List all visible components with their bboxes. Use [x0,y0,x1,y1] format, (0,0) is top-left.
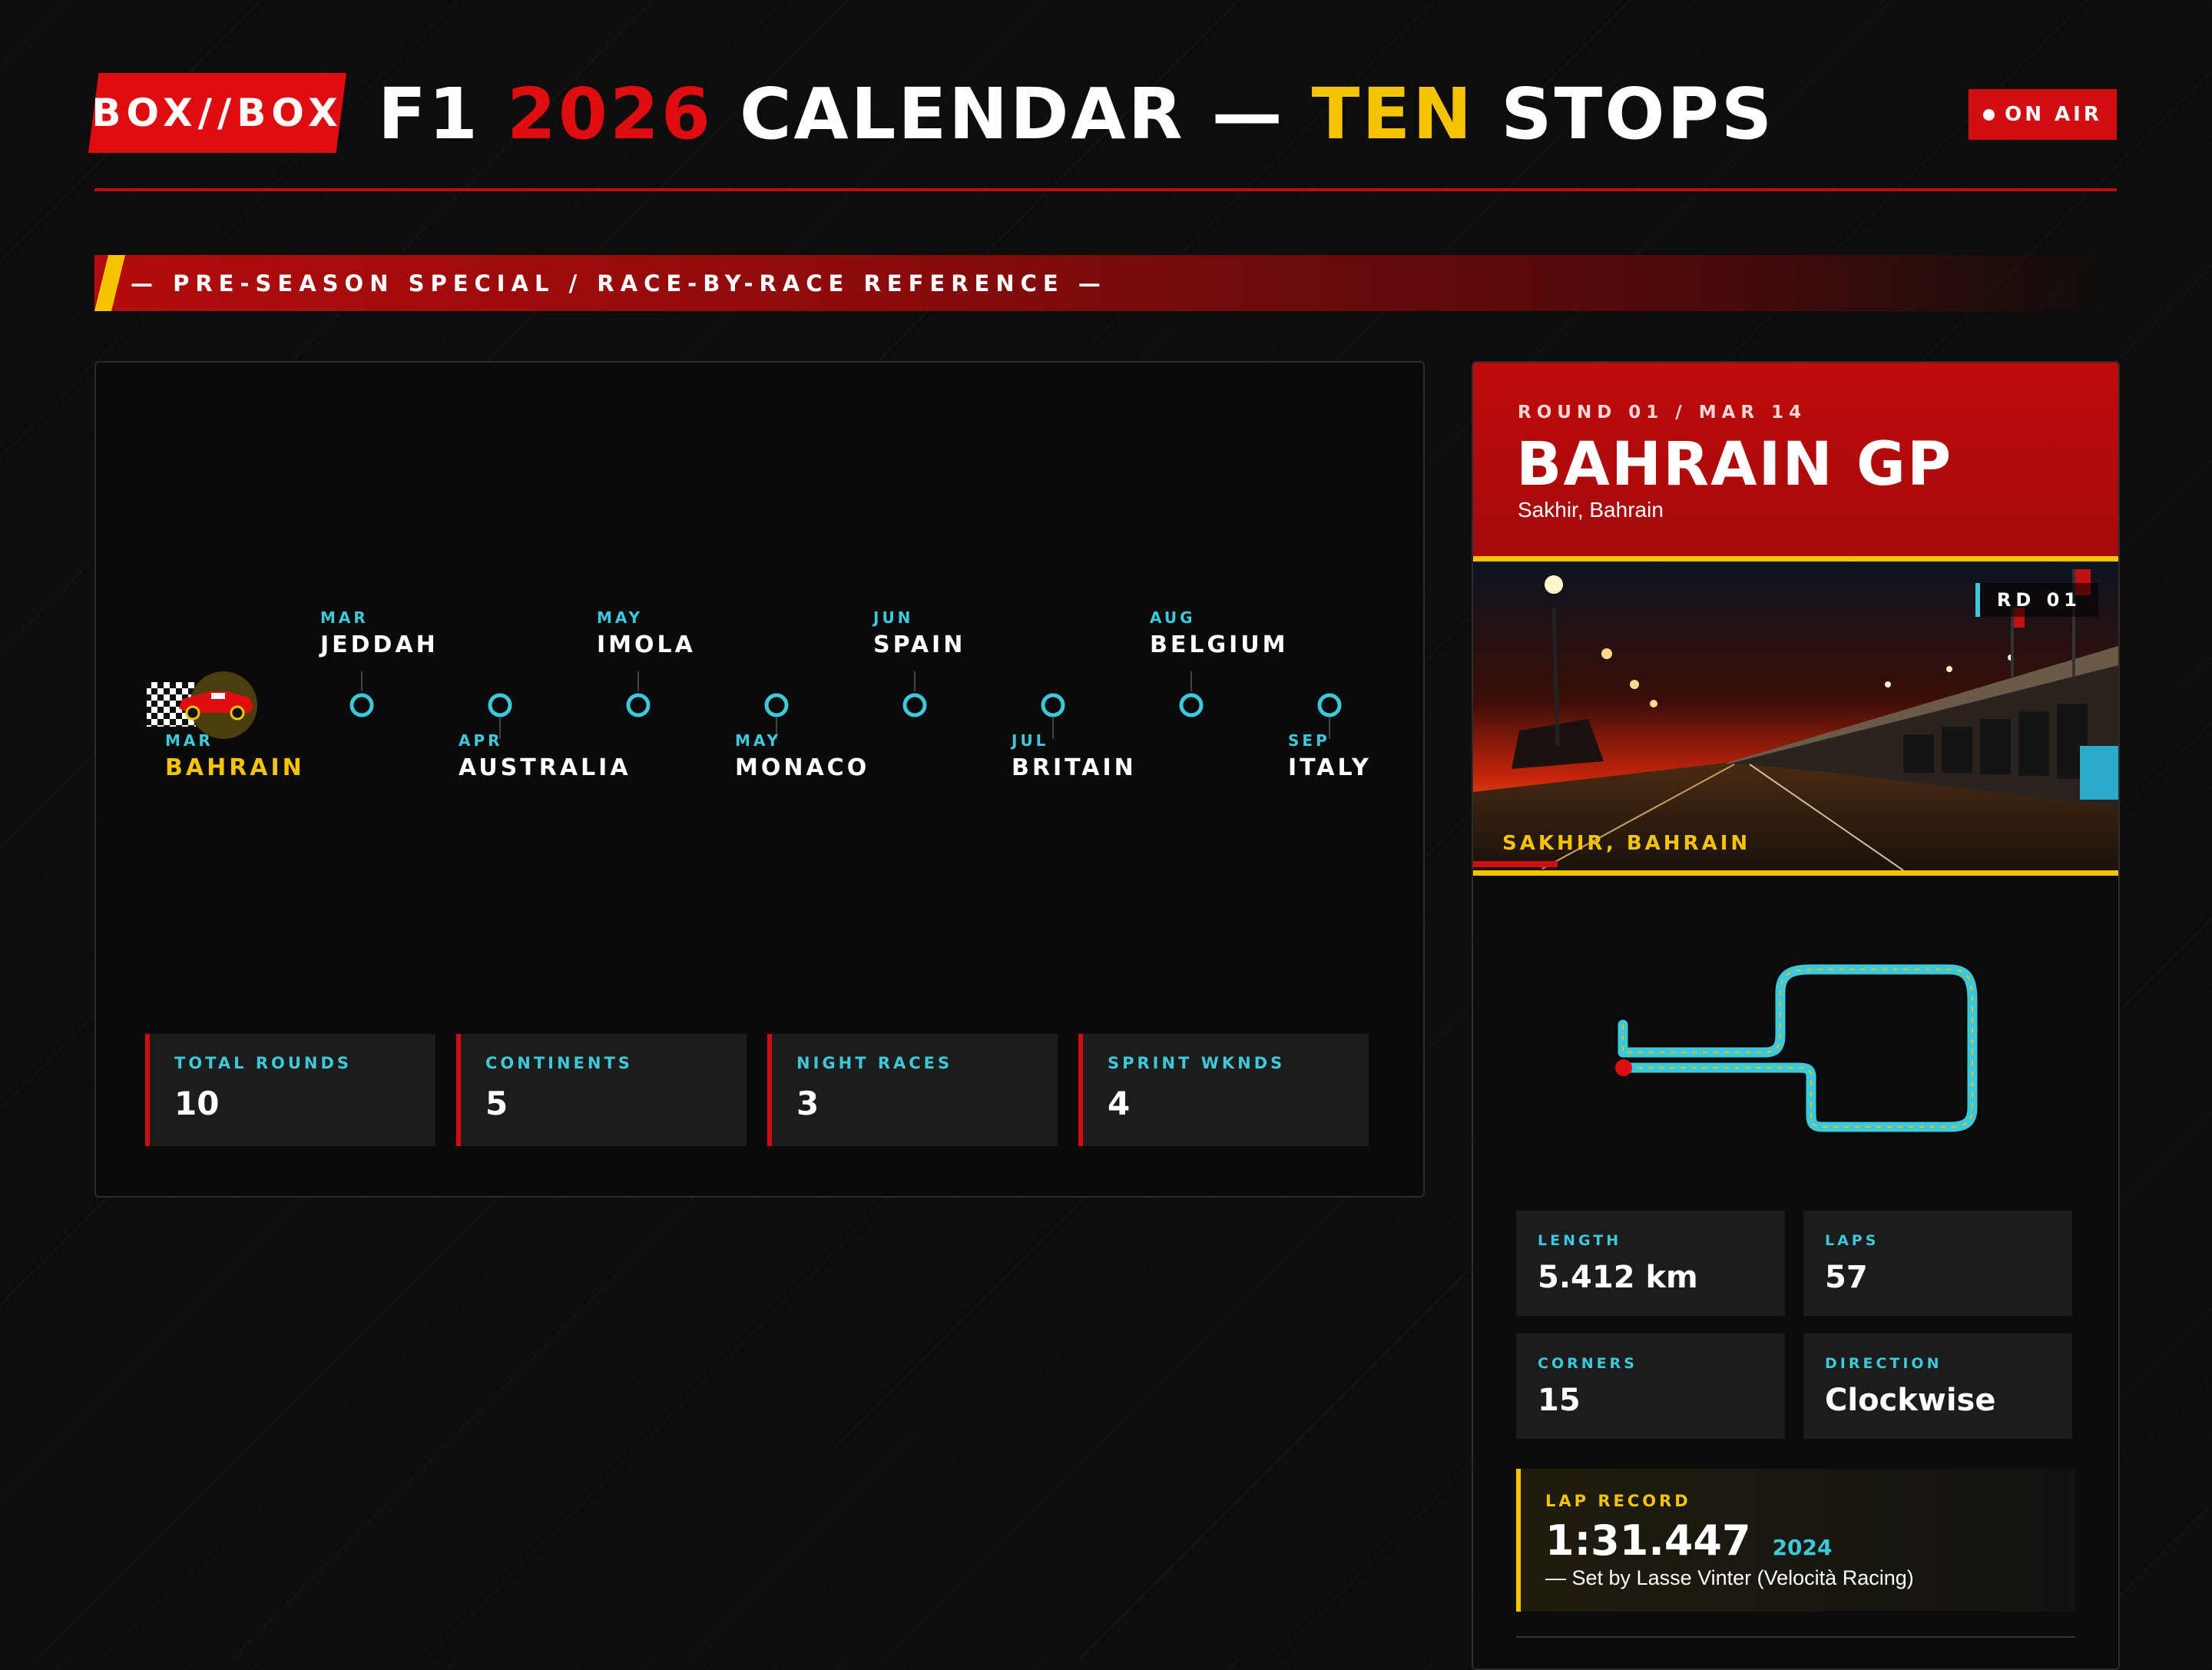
spec-label: LAPS [1825,1232,1879,1249]
stop-name: BELGIUM [1150,631,1289,658]
spec-corners: CORNERS 15 [1516,1334,1785,1439]
round-date: ROUND 01 / MAR 14 [1518,403,1807,422]
stat-night-races: NIGHT RACES 3 [767,1034,1058,1146]
title-year: 2026 [506,72,713,155]
stop-spain[interactable]: JUN SPAIN [873,608,965,658]
caption-accent-bar [1473,861,1558,867]
stat-label: NIGHT RACES [796,1054,953,1072]
start-marker[interactable] [147,671,257,739]
spec-label: CORNERS [1538,1355,1637,1372]
spec-length: LENGTH 5.412 km [1516,1211,1785,1316]
round-badge: RD 01 [1975,583,2098,617]
stop-name: ITALY [1288,754,1372,781]
stat-total-rounds: TOTAL ROUNDS 10 [145,1034,435,1146]
stop-month: MAY [597,608,643,627]
stop-month: SEP [1288,731,1330,750]
stop-australia[interactable]: APR AUSTRALIA [459,731,631,781]
stop-bahrain[interactable]: MAR BAHRAIN [165,731,305,781]
spec-value: 57 [1825,1260,1868,1295]
title-highlight: TEN [1311,72,1475,155]
stop-imola[interactable]: MAY IMOLA [597,608,696,658]
stop-month: MAR [165,731,214,750]
lap-record-label: LAP RECORD [1545,1492,1691,1510]
stat-sprint-weekends: SPRINT WKNDS 4 [1078,1034,1369,1146]
stop-month: AUG [1150,608,1196,627]
brand-logo[interactable]: BOX//BOX [88,73,346,153]
spec-laps: LAPS 57 [1803,1211,2072,1316]
stat-label: CONTINENTS [485,1054,633,1072]
race-location: Sakhir, Bahrain [1518,498,1664,522]
stop-name: BAHRAIN [165,754,305,781]
circuit-path [1618,964,1978,1132]
header-divider [94,188,2117,191]
stop-month: MAR [320,608,369,627]
title-middle: CALENDAR — [712,72,1312,155]
panel-divider [1516,1636,2075,1638]
stop-name: IMOLA [597,631,696,658]
stop-name: MONACO [735,754,870,781]
spec-value: 5.412 km [1538,1260,1698,1295]
stop-month: JUN [873,608,914,627]
lap-record-holder: — Set by Lasse Vinter (Velocità Racing) [1545,1566,1914,1589]
stop-belgium[interactable]: AUG BELGIUM [1150,608,1288,658]
page-title: F1 2026 CALENDAR — TEN STOPS [378,71,1774,157]
race-detail-panel: ROUND 01 / MAR 14 BAHRAIN GP Sakhir, Bah… [1472,361,2120,1670]
lap-record-row: 1:31.447 2024 [1545,1516,2075,1565]
stat-label: TOTAL ROUNDS [174,1054,353,1072]
spec-direction: DIRECTION Clockwise [1803,1334,2072,1439]
lap-record-card: LAP RECORD 1:31.447 2024 — Set by Lasse … [1516,1469,2075,1612]
stat-value: 3 [796,1085,820,1122]
race-name: BAHRAIN GP [1516,430,1953,499]
stat-value: 5 [485,1085,508,1122]
start-finish-marker [1615,1059,1632,1076]
race-detail-header: ROUND 01 / MAR 14 BAHRAIN GP Sakhir, Bah… [1473,363,2118,556]
stop-name: AUSTRALIA [459,754,631,781]
stop-britain[interactable]: JUL BRITAIN [1012,731,1137,781]
spec-label: DIRECTION [1825,1355,1942,1372]
spec-value: 15 [1538,1383,1581,1418]
live-dot-icon [1983,108,1995,121]
timeline-node[interactable] [349,693,374,717]
timeline-node[interactable] [488,693,512,717]
stat-continents: CONTINENTS 5 [456,1034,747,1146]
stat-value: 4 [1108,1085,1131,1122]
timeline-node[interactable] [1317,693,1342,717]
stop-name: SPAIN [873,631,966,658]
timeline-node[interactable] [764,693,789,717]
on-air-badge: ON AIR [1969,89,2117,140]
photo-caption: SAKHIR, BAHRAIN [1502,832,1751,855]
spec-label: LENGTH [1538,1232,1622,1249]
lap-record-year: 2024 [1772,1535,1833,1560]
stat-value: 10 [174,1085,220,1122]
logo-text: BOX//BOX [91,91,343,135]
timeline-node[interactable] [902,693,927,717]
stop-name: BRITAIN [1012,754,1137,781]
stop-name: JEDDAH [320,631,439,658]
stop-month: MAY [735,731,781,750]
circuit-photo: RD 01 SAKHIR, BAHRAIN [1473,556,2118,876]
timeline-card: MAR BAHRAIN MAR JEDDAH APR AUSTRALIA MAY IMOLA M… [94,361,1425,1198]
lap-record-time: 1:31.447 [1545,1516,1751,1565]
stop-jeddah[interactable]: MAR JEDDAH [320,608,439,658]
stop-monaco[interactable]: MAY MONACO [735,731,869,781]
timeline-node[interactable] [1041,693,1065,717]
timeline-node[interactable] [1179,693,1204,717]
banner-text: — PRE-SEASON SPECIAL / RACE-BY-RACE REFE… [131,270,1107,297]
on-air-label: ON AIR [2005,103,2102,126]
spec-value: Clockwise [1825,1383,1996,1418]
stop-month: APR [459,731,503,750]
stop-month: JUL [1012,731,1049,750]
title-prefix: F1 [378,72,507,155]
stop-italy[interactable]: SEP ITALY [1288,731,1372,781]
stat-label: SPRINT WKNDS [1108,1054,1286,1072]
timeline-node[interactable] [626,693,651,717]
title-suffix: STOPS [1474,72,1775,155]
